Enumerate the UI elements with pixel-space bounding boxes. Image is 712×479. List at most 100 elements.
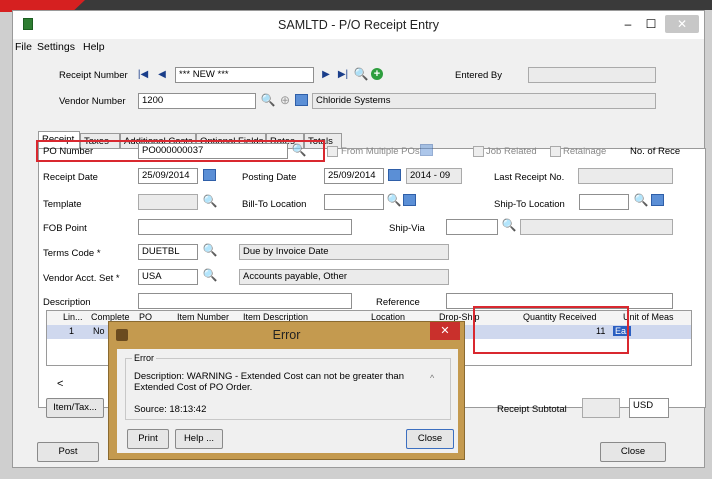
scroll-up-icon[interactable]: ^	[430, 373, 434, 383]
fiscal-period-field: 2014 - 09	[406, 168, 462, 184]
retainage-checkbox[interactable]	[550, 146, 561, 157]
posting-date-input[interactable]: 25/09/2014	[324, 168, 384, 184]
top-dark-bar	[0, 0, 712, 10]
description-label: Description	[43, 297, 91, 308]
terms-code-input[interactable]: DUETBL	[138, 244, 198, 260]
template-label: Template	[43, 199, 82, 210]
ship-to-search-icon[interactable]: 🔍	[633, 193, 649, 209]
row-line-number: 1	[69, 326, 75, 336]
title-bar: SAMLTD - P/O Receipt Entry – ☐ ✕	[13, 11, 704, 39]
currency-field: USD	[629, 398, 669, 418]
item-tax-button[interactable]: Item/Tax...	[46, 398, 104, 418]
menu-help[interactable]: Help	[83, 41, 105, 53]
ship-to-zoom-icon[interactable]	[651, 194, 667, 210]
po-number-input[interactable]: PO000000037	[138, 143, 288, 159]
posting-date-calendar-icon[interactable]	[388, 169, 404, 185]
error-close-button[interactable]: Close	[406, 429, 454, 449]
bill-to-input[interactable]	[324, 194, 384, 210]
vendor-number-label: Vendor Number	[59, 96, 126, 107]
previous-record-icon[interactable]: ◀	[154, 68, 170, 84]
template-search-icon[interactable]: 🔍	[202, 194, 218, 210]
posting-date-label: Posting Date	[242, 172, 297, 183]
vendor-search-icon[interactable]: 🔍	[260, 93, 276, 109]
entered-by-field	[528, 67, 656, 83]
error-dialog-close-icon[interactable]: ✕	[430, 322, 460, 340]
new-record-icon[interactable]: +	[371, 68, 387, 84]
from-multiple-label: From Multiple POs	[341, 146, 420, 157]
last-receipt-field	[578, 168, 673, 184]
from-multiple-checkbox[interactable]	[327, 146, 338, 157]
receipt-subtotal-label: Receipt Subtotal	[497, 404, 567, 415]
entered-by-label: Entered By	[455, 70, 502, 81]
last-record-icon[interactable]: ▶|	[335, 68, 351, 84]
error-dialog-title: Error	[272, 328, 301, 342]
close-button[interactable]: Close	[600, 442, 666, 462]
description-input[interactable]	[138, 293, 352, 309]
vendor-zoom-icon[interactable]	[295, 94, 311, 110]
ship-to-input[interactable]	[579, 194, 629, 210]
col-unit-of-measure[interactable]: Unit of Meas	[623, 312, 674, 322]
window-title: SAMLTD - P/O Receipt Entry	[278, 18, 439, 32]
vendor-number-input[interactable]: 1200	[138, 93, 256, 109]
bill-to-label: Bill-To Location	[242, 199, 307, 210]
receipts-count-label: No. of Rece	[630, 146, 681, 157]
col-line[interactable]: Lin...	[63, 312, 83, 322]
close-window-button[interactable]: ✕	[665, 15, 699, 33]
ship-via-input[interactable]	[446, 219, 498, 235]
ship-via-search-icon[interactable]: 🔍	[501, 218, 517, 234]
next-record-icon[interactable]: ▶	[318, 68, 334, 84]
receipt-date-calendar-icon[interactable]	[203, 169, 219, 185]
row-complete: No	[93, 326, 105, 336]
vendor-account-search-icon[interactable]: 🔍	[202, 268, 218, 284]
minimize-button[interactable]: –	[618, 15, 638, 33]
last-receipt-label: Last Receipt No.	[494, 172, 565, 183]
reference-label: Reference	[376, 297, 420, 308]
receipt-number-input[interactable]: *** NEW ***	[175, 67, 314, 83]
error-dialog-body: Error Description: WARNING - Extended Co…	[117, 349, 458, 453]
menu-bar: File Settings Help	[13, 39, 704, 55]
fob-point-label: FOB Point	[43, 223, 87, 234]
error-source: Source: 18:13:42	[134, 404, 207, 415]
error-group-label: Error	[132, 353, 156, 363]
job-related-checkbox[interactable]	[473, 146, 484, 157]
error-description: Description: WARNING - Extended Cost can…	[134, 371, 404, 393]
po-number-label: PO Number	[43, 146, 94, 157]
error-details-group: Error Description: WARNING - Extended Co…	[125, 353, 451, 420]
scroll-left-arrow[interactable]: <	[57, 378, 63, 390]
multiple-po-icon[interactable]	[420, 144, 436, 160]
first-record-icon[interactable]: |◀	[135, 68, 151, 84]
error-dialog: Error ✕ Error Description: WARNING - Ext…	[108, 321, 465, 460]
terms-code-label: Terms Code *	[43, 248, 101, 259]
receipt-date-label: Receipt Date	[43, 172, 98, 183]
bill-to-search-icon[interactable]: 🔍	[386, 193, 402, 209]
receipt-date-input[interactable]: 25/09/2014	[138, 168, 198, 184]
vendor-name-field: Chloride Systems	[312, 93, 656, 109]
ship-to-label: Ship-To Location	[494, 199, 565, 210]
po-search-icon[interactable]: 🔍	[291, 143, 307, 159]
screen: SAMLTD - P/O Receipt Entry – ☐ ✕ File Se…	[0, 0, 712, 479]
quantity-highlight	[473, 306, 629, 354]
bill-to-zoom-icon[interactable]	[403, 194, 419, 210]
terms-search-icon[interactable]: 🔍	[202, 243, 218, 259]
print-button[interactable]: Print	[127, 429, 169, 449]
receipt-subtotal-field	[582, 398, 620, 418]
fob-point-input[interactable]	[138, 219, 352, 235]
vendor-account-set-input[interactable]: USA	[138, 269, 198, 285]
post-button[interactable]: Post	[37, 442, 99, 462]
menu-settings[interactable]: Settings	[37, 41, 75, 53]
terms-description: Due by Invoice Date	[239, 244, 449, 260]
ship-via-description	[520, 219, 673, 235]
retainage-label: Retainage	[563, 146, 607, 157]
vendor-account-set-label: Vendor Acct. Set *	[43, 273, 120, 284]
menu-file[interactable]: File	[15, 41, 32, 53]
ship-via-label: Ship-Via	[389, 223, 425, 234]
template-input[interactable]	[138, 194, 198, 210]
maximize-button[interactable]: ☐	[641, 15, 661, 33]
receipt-number-label: Receipt Number	[59, 70, 128, 81]
vendor-add-icon[interactable]: ⊕	[277, 93, 293, 109]
error-dialog-titlebar: Error ✕	[109, 322, 464, 348]
vendor-account-description: Accounts payable, Other	[239, 269, 449, 285]
search-icon[interactable]: 🔍	[353, 67, 369, 83]
help-button[interactable]: Help ...	[175, 429, 223, 449]
job-related-label: Job Related	[486, 146, 537, 157]
